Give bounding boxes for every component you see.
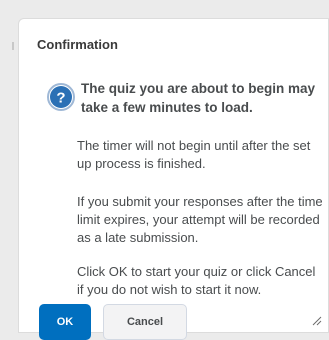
dialog-headline: The quiz you are about to begin may take… bbox=[81, 81, 316, 115]
timer-info-text: The timer will not begin until after the… bbox=[77, 138, 311, 171]
late-submission-text: If you submit your responses after the t… bbox=[77, 194, 323, 245]
resize-grip-icon[interactable] bbox=[312, 316, 322, 326]
instructions-text: Click OK to start your quiz or click Can… bbox=[77, 264, 316, 297]
ok-button[interactable]: OK bbox=[39, 304, 91, 340]
confirmation-dialog: Confirmation ? The quiz you are about to… bbox=[18, 18, 329, 340]
cancel-button[interactable]: Cancel bbox=[103, 304, 187, 340]
question-circle-icon: ? bbox=[47, 83, 75, 111]
dialog-title: Confirmation bbox=[37, 37, 118, 52]
background-edge-marker bbox=[12, 42, 14, 50]
svg-text:?: ? bbox=[56, 90, 65, 107]
